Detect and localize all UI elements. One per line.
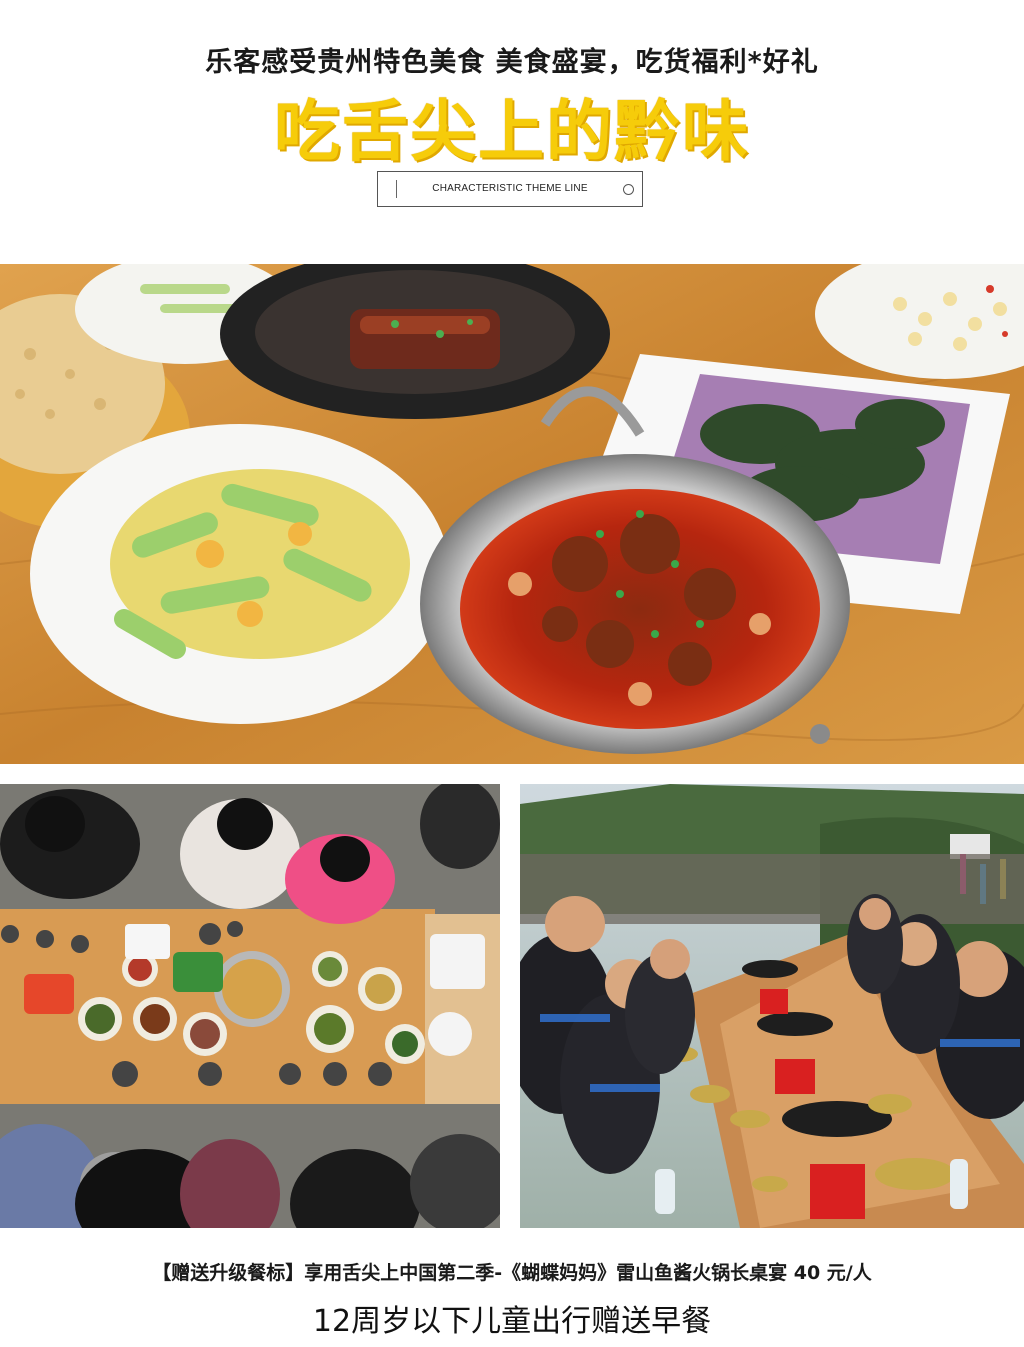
promo-subtitle: 乐客感受贵州特色美食 美食盛宴，吃货福利*好礼 bbox=[205, 47, 819, 78]
page-headline: 吃舌尖上的黔味 bbox=[274, 93, 750, 170]
children-breakfast-text: 12周岁以下儿童出行赠送早餐 bbox=[312, 1304, 712, 1339]
food-dishes-photo bbox=[0, 264, 1024, 764]
long-table-banquet-photo bbox=[520, 784, 1024, 1228]
family-table-overhead-photo bbox=[0, 784, 500, 1228]
theme-tag-label: CHARACTERISTIC THEME LINE bbox=[432, 183, 588, 194]
ring-icon bbox=[623, 184, 634, 195]
theme-tag: CHARACTERISTIC THEME LINE bbox=[377, 171, 643, 207]
upgrade-offer-text: 【赠送升级餐标】享用舌尖上中国第二季-《蝴蝶妈妈》雷山鱼酱火锅长桌宴 40 元/… bbox=[152, 1262, 872, 1284]
